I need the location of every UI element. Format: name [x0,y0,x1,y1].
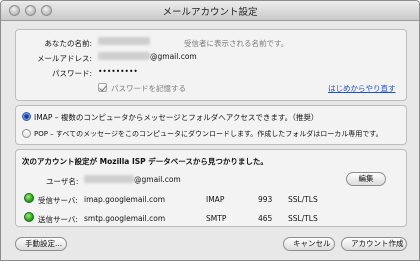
username-label: ユーザ名: [46,177,79,186]
manual-config-button[interactable]: 手動設定... [15,237,67,251]
email-field[interactable]: @gmail.com [98,52,197,61]
outgoing-protocol: SMTP [206,214,227,223]
name-label: あなたの名前: [44,39,92,48]
remember-password-label: パスワードを記憶する [111,84,186,93]
imap-label: IMAP – 複数のコンピュータからメッセージとフォルダへアクセスできます。（推… [34,113,319,122]
outgoing-host: smtp.googlemail.com [84,214,166,223]
incoming-host: imap.googlemail.com [84,195,165,204]
outgoing-ok-icon [24,212,34,222]
edit-button[interactable]: 編集 [346,172,386,186]
title-bar: メールアカウント設定 [1,1,419,21]
password-field[interactable]: ••••••••• [98,67,138,76]
email-label: メールアドレス: [36,54,92,63]
create-account-button[interactable]: アカウント作成 [341,237,407,251]
name-hint: 受信者に表示される名前です。 [184,39,289,48]
found-settings-panel: 次のアカウント設定が Mozilla ISP データベースから見つかりました。 … [15,149,407,227]
credentials-panel: あなたの名前: 受信者に表示される名前です。 メールアドレス: @gmail.c… [15,29,407,101]
outgoing-label: 送信サーバ: [38,215,78,224]
name-field[interactable] [98,37,150,46]
restart-link[interactable]: はじめからやり直す [328,83,396,94]
username-value: @gmail.com [84,175,181,184]
password-label: パスワード: [51,69,92,78]
incoming-protocol: IMAP [206,195,225,204]
incoming-security: SSL/TLS [288,195,318,204]
pop-radio[interactable] [22,129,31,138]
found-heading: 次のアカウント設定が Mozilla ISP データベースから見つかりました。 [22,157,268,166]
window-title: メールアカウント設定 [162,7,258,18]
protocol-panel: IMAP – 複数のコンピュータからメッセージとフォルダへアクセスできます。（推… [15,105,407,145]
imap-radio[interactable] [22,112,31,121]
outgoing-port: 465 [258,214,273,223]
cancel-button[interactable]: キャンセル [283,237,335,251]
remember-password-checkbox[interactable] [98,83,107,92]
incoming-ok-icon [24,193,34,203]
account-setup-window: メールアカウント設定 あなたの名前: 受信者に表示される名前です。 メールアドレ… [0,0,420,261]
pop-label: POP – すべてのメッセージをこのコンピュータにダウンロードします。作成したフ… [34,130,383,138]
incoming-port: 993 [258,195,273,204]
outgoing-security: SSL/TLS [288,214,318,223]
incoming-label: 受信サーバ: [38,196,78,205]
